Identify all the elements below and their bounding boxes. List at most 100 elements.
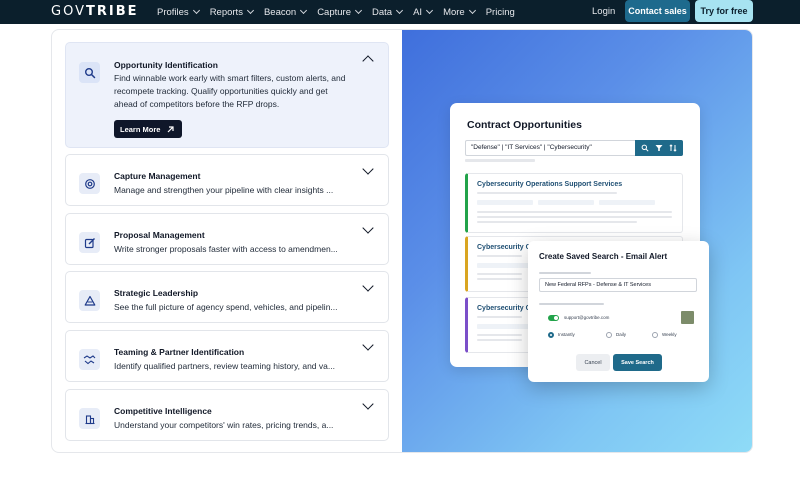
accordion-description: Understand your competitors' win rates, … <box>114 420 334 430</box>
text-line <box>477 216 672 218</box>
accordion-item-competitive-intelligence[interactable]: Competitive Intelligence Understand your… <box>65 389 389 441</box>
handshake-icon <box>79 349 100 370</box>
text-line <box>477 334 522 336</box>
chevron-up-icon[interactable] <box>362 55 374 67</box>
nav-label: AI <box>413 6 423 18</box>
nav-label: Capture <box>317 6 351 18</box>
search-icon <box>641 144 649 152</box>
features-accordion: Opportunity Identification Find winnable… <box>52 30 402 452</box>
chevron-down-icon[interactable] <box>362 339 374 351</box>
chevron-down-icon <box>300 6 308 15</box>
nav-item-more[interactable]: More <box>443 6 476 18</box>
cancel-button[interactable]: Cancel <box>576 354 610 371</box>
chevron-down-icon <box>192 6 200 15</box>
nav-label: Profiles <box>157 6 189 18</box>
nav-item-beacon[interactable]: Beacon <box>263 6 308 18</box>
nav-label: More <box>443 6 465 18</box>
nav-label: Data <box>372 6 393 18</box>
accordion-title: Opportunity Identification <box>114 60 218 70</box>
opportunity-row: Cybersecurity Operations Support Service… <box>465 173 683 233</box>
accordion-description: Find winnable work early with smart filt… <box>114 73 346 109</box>
text-line <box>477 273 522 275</box>
text-line <box>477 221 637 223</box>
search-hint <box>465 159 535 162</box>
accordion-title: Strategic Leadership <box>114 288 199 298</box>
features-section: Opportunity Identification Find winnable… <box>51 29 753 453</box>
field-label <box>539 303 604 305</box>
chevron-down-icon[interactable] <box>362 163 374 175</box>
tag <box>538 200 594 205</box>
accordion-item-proposal-management[interactable]: Proposal Management Write stronger propo… <box>65 213 389 265</box>
radio-label: Daily <box>616 332 627 337</box>
text-line <box>477 278 522 280</box>
meta-line <box>477 316 522 318</box>
tag <box>477 324 533 329</box>
chevron-down-icon <box>354 6 363 15</box>
opportunity-title: Cybersecurity Operations Support Service… <box>477 181 623 188</box>
search-icon <box>79 62 100 83</box>
accordion-item-capture-management[interactable]: Capture Management Manage and strengthen… <box>65 154 389 206</box>
login-link[interactable]: Login <box>592 6 615 17</box>
chevron-down-icon[interactable] <box>362 280 374 292</box>
tag <box>477 200 533 205</box>
try-for-free-button[interactable]: Try for free <box>695 0 753 22</box>
nav-item-profiles[interactable]: Profiles <box>157 6 200 18</box>
nav-label: Reports <box>209 6 243 18</box>
sort-icon <box>669 144 677 152</box>
contact-sales-button[interactable]: Contact sales <box>625 0 690 22</box>
nav-item-capture[interactable]: Capture <box>317 6 363 18</box>
chevron-down-icon <box>468 6 476 15</box>
radio-instantly[interactable] <box>548 332 554 338</box>
arrow-up-right-icon <box>168 125 175 132</box>
accordion-title: Capture Management <box>114 171 201 181</box>
radio-weekly[interactable] <box>652 332 658 338</box>
field-label <box>539 272 591 274</box>
accordion-description: Write stronger proposals faster with acc… <box>114 244 338 254</box>
govtribe-logo[interactable]: GOVTRIBE <box>51 4 139 19</box>
nav-label: Pricing <box>485 6 515 18</box>
accordion-title: Proposal Management <box>114 230 205 240</box>
search-name-value: New Federal RFPs - Defense & IT Services <box>545 282 651 288</box>
target-icon <box>79 173 100 194</box>
tag <box>599 200 655 205</box>
radio-daily[interactable] <box>606 332 612 338</box>
opportunity-title: Cybersecurity O <box>477 244 532 251</box>
tag <box>477 263 533 268</box>
edit-icon <box>79 232 100 253</box>
email-alert-toggle[interactable] <box>548 315 559 321</box>
contracts-search-input: "Defense" | "IT Services" | "Cybersecuri… <box>465 140 683 156</box>
save-search-button[interactable]: Save Search <box>613 354 662 371</box>
radio-label: Instantly <box>558 332 575 337</box>
logo-text-tribe: TRIBE <box>85 4 139 19</box>
chevron-down-icon <box>426 6 434 15</box>
nav-item-reports[interactable]: Reports <box>209 6 254 18</box>
nav-menu: Profiles Reports Beacon Capture Data AI … <box>157 0 515 24</box>
building-icon <box>79 408 100 429</box>
meta-line <box>477 192 617 194</box>
nav-item-ai[interactable]: AI <box>413 6 434 18</box>
search-name-input[interactable]: New Federal RFPs - Defense & IT Services <box>539 278 697 292</box>
chevron-down-icon <box>246 6 254 15</box>
accordion-item-strategic-leadership[interactable]: Strategic Leadership See the full pictur… <box>65 271 389 323</box>
radio-label: Weekly <box>662 332 677 337</box>
filter-icon <box>655 145 663 151</box>
logo-text-gov: GOV <box>51 4 86 19</box>
chevron-down-icon[interactable] <box>362 398 374 410</box>
triangle-icon <box>79 290 100 311</box>
avatar <box>681 311 694 324</box>
top-nav: GOVTRIBE Profiles Reports Beacon Capture… <box>0 0 800 24</box>
search-toolbar <box>635 140 683 156</box>
accordion-item-teaming-partner-identification[interactable]: Teaming & Partner Identification Identif… <box>65 330 389 382</box>
nav-label: Beacon <box>263 6 297 18</box>
nav-item-data[interactable]: Data <box>372 6 404 18</box>
accordion-description: Manage and strengthen your pipeline with… <box>114 185 334 195</box>
accordion-item-opportunity-identification[interactable]: Opportunity Identification Find winnable… <box>65 42 389 148</box>
product-preview: Contract Opportunities "Defense" | "IT S… <box>402 30 752 452</box>
accordion-title: Teaming & Partner Identification <box>114 347 245 357</box>
alert-email: support@govtribe.com <box>564 315 610 320</box>
learn-more-button[interactable]: Learn More <box>114 120 182 138</box>
chevron-down-icon[interactable] <box>362 222 374 234</box>
nav-item-pricing[interactable]: Pricing <box>486 7 515 18</box>
modal-title: Create Saved Search - Email Alert <box>539 252 668 261</box>
saved-search-modal: Create Saved Search - Email Alert New Fe… <box>528 241 709 382</box>
